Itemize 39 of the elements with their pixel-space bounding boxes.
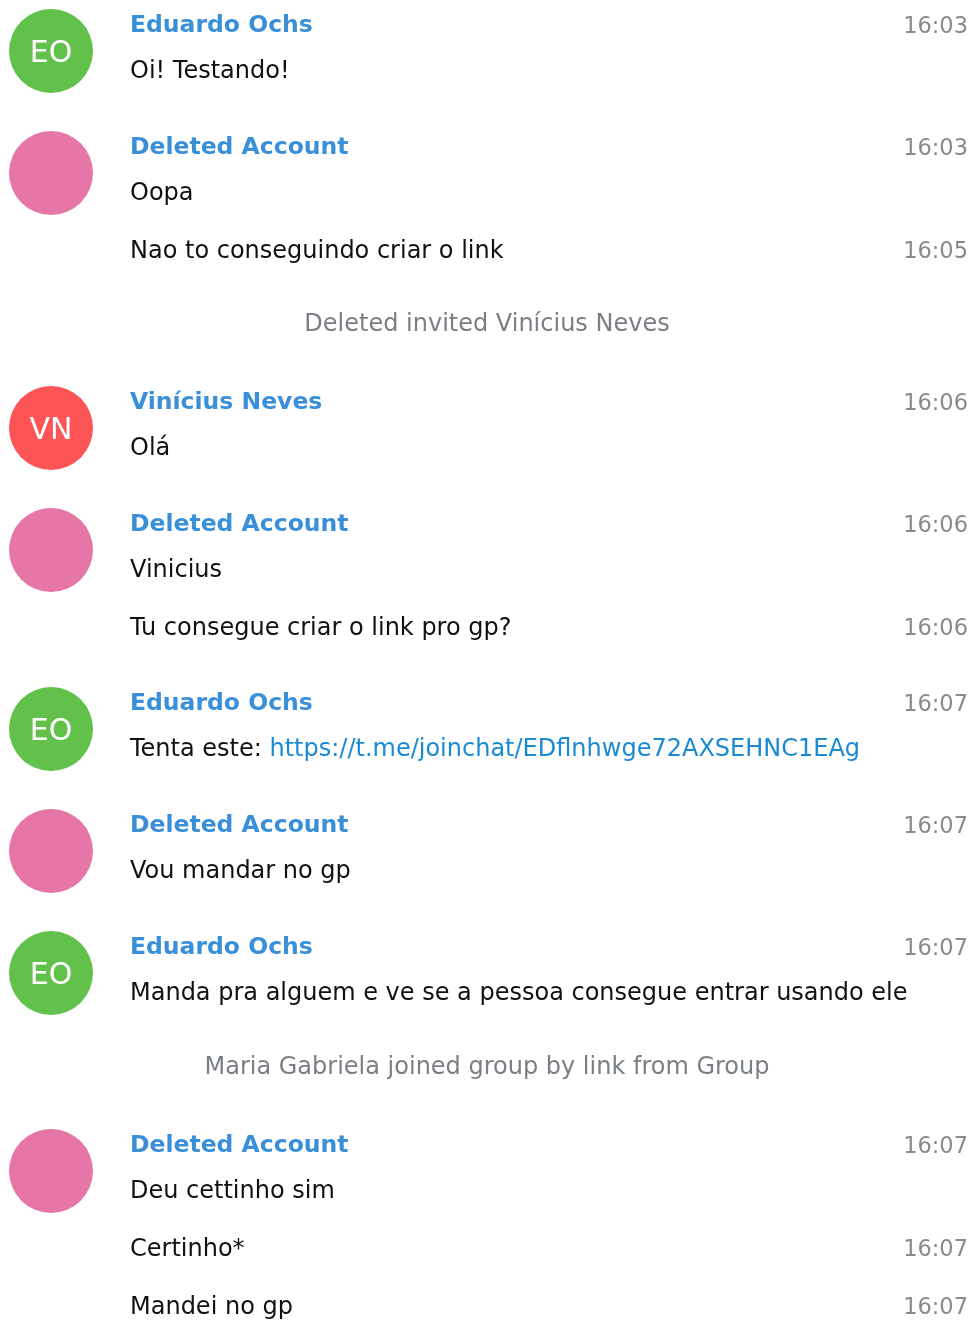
message-text: Vou mandar no gp <box>130 856 351 884</box>
sender-name[interactable]: Eduardo Ochs <box>130 685 313 721</box>
message-time: 16:07 <box>903 1132 968 1158</box>
message-time: 16:03 <box>903 134 968 160</box>
message-text: Manda pra alguem e ve se a pessoa consegue entrar usando ele <box>130 978 908 1006</box>
message-text: Olá <box>130 433 171 461</box>
message-time: 16:06 <box>903 389 968 415</box>
message-text: Oi! Testando! <box>130 56 290 84</box>
sender-name[interactable]: Deleted Account <box>130 506 349 542</box>
message-time: 16:07 <box>903 1235 968 1261</box>
message-text: Vinicius <box>130 555 222 583</box>
message-text: Tenta este: <box>130 734 263 762</box>
message-link[interactable]: https://t.me/joinchat/EDflnhwge72AXSEHNC1EAg <box>269 734 861 762</box>
message-time: 16:07 <box>903 690 968 716</box>
message-text: Nao to conseguindo criar o link <box>130 236 504 264</box>
message-text: Tu consegue criar o link pro gp? <box>130 613 512 641</box>
avatar[interactable]: VN <box>9 386 93 470</box>
message-time: 16:07 <box>903 934 968 960</box>
sender-name[interactable]: Deleted Account <box>130 807 349 843</box>
sender-name[interactable]: Deleted Account <box>130 1127 349 1163</box>
message-time: 16:06 <box>903 511 968 537</box>
message-text: Oopa <box>130 178 194 206</box>
message-time: 16:05 <box>903 237 968 263</box>
avatar[interactable]: EO <box>9 9 93 93</box>
message-time: 16:06 <box>903 614 968 640</box>
service-message: Deleted invited Vinícius Neves <box>304 308 670 339</box>
service-message: Maria Gabriela joined group by link from Group <box>204 1051 770 1082</box>
message-time: 16:03 <box>903 12 968 38</box>
message-time: 16:07 <box>903 812 968 838</box>
avatar[interactable]: EO <box>9 687 93 771</box>
sender-name[interactable]: Vinícius Neves <box>130 384 323 420</box>
message-text: Mandei no gp <box>130 1292 293 1320</box>
message-text: Certinho* <box>130 1234 245 1262</box>
sender-name[interactable]: Eduardo Ochs <box>130 929 313 965</box>
message-text: Deu cettinho sim <box>130 1176 335 1204</box>
avatar[interactable]: EO <box>9 931 93 1015</box>
message-time: 16:07 <box>903 1293 968 1319</box>
sender-name[interactable]: Eduardo Ochs <box>130 7 313 43</box>
sender-name[interactable]: Deleted Account <box>130 129 349 165</box>
